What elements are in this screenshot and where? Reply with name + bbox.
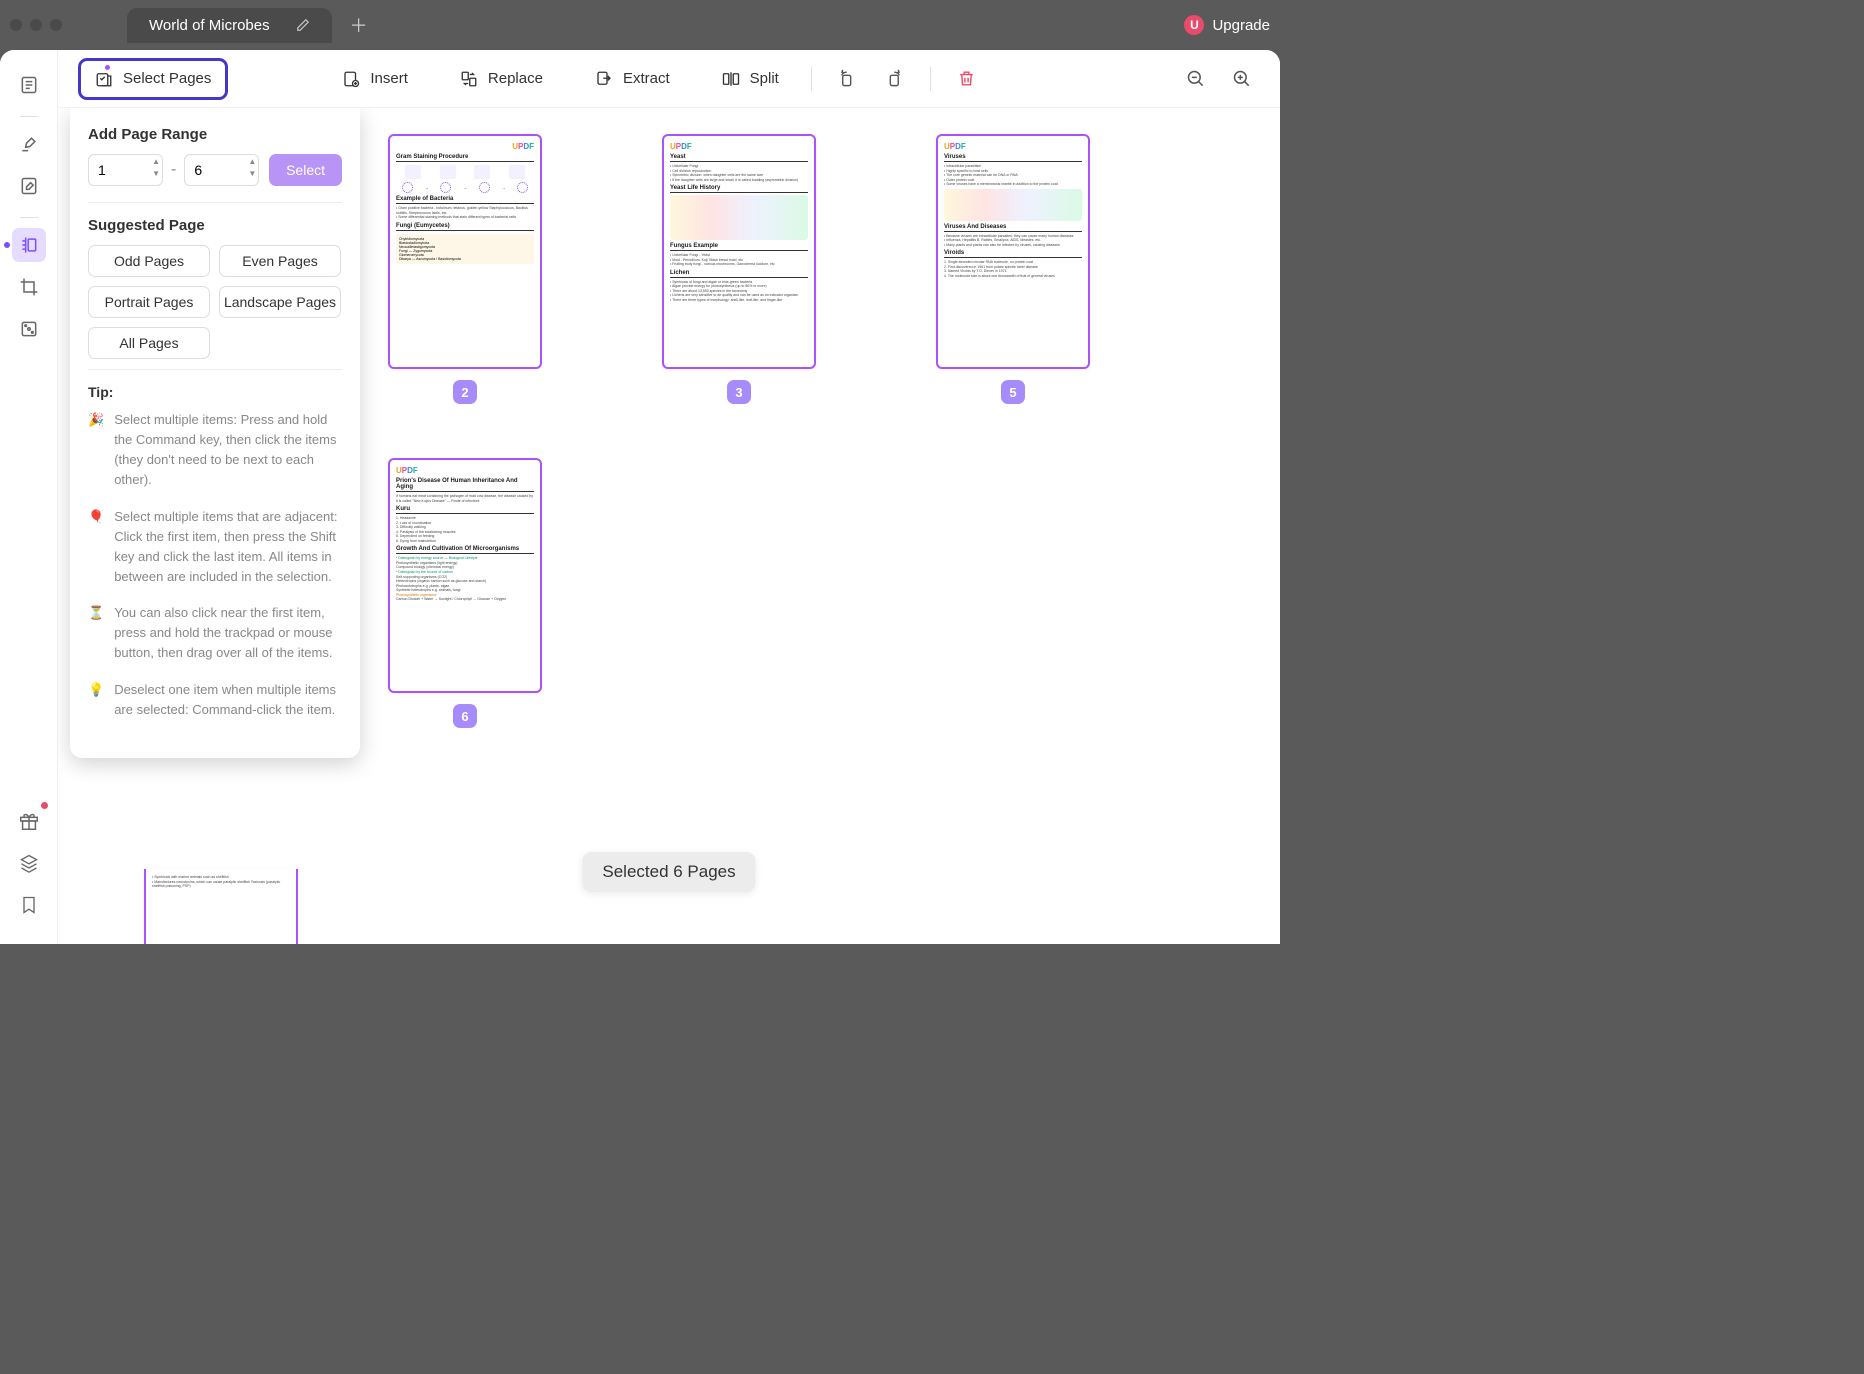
range-separator: -: [171, 161, 176, 179]
tip-row: 💡Deselect one item when multiple items a…: [88, 680, 342, 720]
reader-icon[interactable]: [12, 68, 46, 102]
upgrade-button[interactable]: Upgrade: [1212, 17, 1270, 34]
spinner-from[interactable]: ▲▼: [152, 156, 160, 180]
tip-row: ⏳You can also click near the first item,…: [88, 603, 342, 663]
rotate-right-button[interactable]: [876, 61, 912, 97]
replace-button[interactable]: Replace: [446, 62, 557, 96]
page-number-badge: 2: [453, 380, 477, 404]
window-controls: [10, 19, 62, 31]
split-icon: [722, 70, 740, 88]
thumb-heading: Yeast: [670, 154, 808, 162]
tip-text: Deselect one item when multiple items ar…: [114, 680, 342, 720]
page-number-badge: 5: [1001, 380, 1025, 404]
insert-label: Insert: [370, 70, 408, 87]
edit-text-icon[interactable]: [12, 169, 46, 203]
thumb-subheading: Fungi (Eumycetes): [396, 223, 534, 231]
split-button[interactable]: Split: [708, 62, 793, 96]
page-thumbnail-6[interactable]: UPDF Prion's Disease Of Human Inheritanc…: [388, 458, 542, 728]
thumb-subheading: Growth And Cultivation Of Microorganisms: [396, 546, 534, 554]
page-thumbnail-5[interactable]: UPDF Viruses • Intracellular parasitism•…: [936, 134, 1090, 404]
selection-toast: Selected 6 Pages: [582, 852, 755, 892]
tip-emoji: 🎉: [88, 410, 104, 491]
thumb-subheading: Fungus Example: [670, 243, 808, 251]
replace-label: Replace: [488, 70, 543, 87]
replace-icon: [460, 70, 478, 88]
maximize-window[interactable]: [50, 19, 62, 31]
landscape-pages-button[interactable]: Landscape Pages: [219, 286, 341, 318]
select-pages-button[interactable]: Select Pages: [78, 58, 228, 100]
suggested-title: Suggested Page: [88, 217, 342, 234]
extract-icon: [595, 70, 613, 88]
even-pages-button[interactable]: Even Pages: [219, 245, 341, 277]
crop-icon[interactable]: [12, 270, 46, 304]
select-pages-label: Select Pages: [123, 70, 211, 87]
tip-emoji: ⏳: [88, 603, 104, 663]
tip-emoji: 🎈: [88, 507, 104, 588]
organize-pages-icon[interactable]: [12, 228, 46, 262]
select-range-button[interactable]: Select: [269, 154, 342, 186]
page-thumbnail-4[interactable]: • Symbiosis with marine animals such as …: [144, 869, 298, 944]
portrait-pages-button[interactable]: Portrait Pages: [88, 286, 210, 318]
pencil-icon[interactable]: [296, 18, 310, 32]
tip-text: Select multiple items: Press and hold th…: [114, 410, 342, 491]
minimize-window[interactable]: [30, 19, 42, 31]
close-window[interactable]: [10, 19, 22, 31]
insert-icon: [342, 70, 360, 88]
highlighter-icon[interactable]: [12, 127, 46, 161]
tab-title: World of Microbes: [149, 17, 270, 34]
thumb-subheading: Viruses And Diseases: [944, 224, 1082, 232]
sidebar: [0, 50, 58, 944]
page-number-badge: 3: [727, 380, 751, 404]
extract-label: Extract: [623, 70, 670, 87]
titlebar: World of Microbes ＋ U Upgrade: [0, 0, 1280, 50]
select-pages-icon: [95, 70, 113, 88]
select-pages-panel: Add Page Range ▲▼ - ▲▼ Select Suggested …: [70, 108, 360, 758]
extract-button[interactable]: Extract: [581, 62, 684, 96]
zoom-in-button[interactable]: [1224, 61, 1260, 97]
tip-row: 🎉Select multiple items: Press and hold t…: [88, 410, 342, 491]
titlebar-right: U Upgrade: [1184, 15, 1270, 35]
odd-pages-button[interactable]: Odd Pages: [88, 245, 210, 277]
page-number-badge: 6: [453, 704, 477, 728]
all-pages-button[interactable]: All Pages: [88, 327, 210, 359]
delete-button[interactable]: [949, 61, 985, 97]
thumb-heading: Prion's Disease Of Human Inheritance And…: [396, 478, 534, 492]
thumb-subheading: Viroids: [944, 250, 1082, 258]
thumb-subheading: Yeast Life History: [670, 185, 808, 193]
page-thumbnail-3[interactable]: UPDF Yeast • Unicellular Fungi• Cell div…: [662, 134, 816, 404]
bookmark-icon[interactable]: [12, 888, 46, 922]
page-thumbnail-2[interactable]: UPDF Gram Staining Procedure →→→ Example…: [388, 134, 542, 404]
new-tab-button[interactable]: ＋: [350, 12, 368, 38]
tip-row: 🎈Select multiple items that are adjacent…: [88, 507, 342, 588]
thumb-subheading: Lichen: [670, 270, 808, 278]
watermark-icon[interactable]: [12, 312, 46, 346]
thumb-subheading: Example of Bacteria: [396, 196, 534, 204]
thumb-subheading: Kuru: [396, 506, 534, 514]
rotate-left-button[interactable]: [830, 61, 866, 97]
tip-text: You can also click near the first item, …: [114, 603, 342, 663]
avatar[interactable]: U: [1184, 15, 1204, 35]
tip-emoji: 💡: [88, 680, 104, 720]
range-title: Add Page Range: [88, 126, 342, 143]
gift-icon[interactable]: [12, 804, 46, 838]
spinner-to[interactable]: ▲▼: [248, 156, 256, 180]
document-tab[interactable]: World of Microbes: [127, 8, 332, 43]
layers-icon[interactable]: [12, 846, 46, 880]
zoom-out-button[interactable]: [1178, 61, 1214, 97]
tip-text: Select multiple items that are adjacent:…: [114, 507, 342, 588]
toolbar: Select Pages Insert Replace Extract Spli…: [58, 50, 1280, 108]
tip-title: Tip:: [88, 384, 342, 400]
split-label: Split: [750, 70, 779, 87]
thumb-heading: Viruses: [944, 154, 1082, 162]
thumb-heading: Gram Staining Procedure: [396, 154, 534, 162]
insert-button[interactable]: Insert: [328, 62, 422, 96]
